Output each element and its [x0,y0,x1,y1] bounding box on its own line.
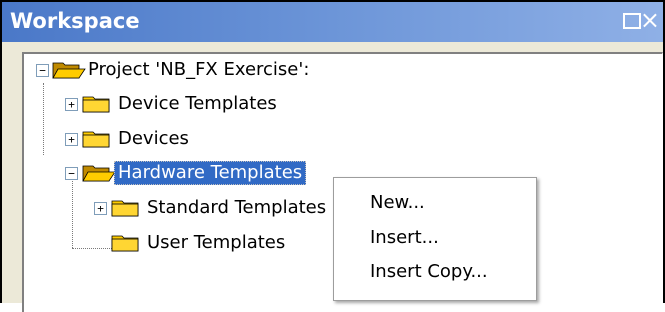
menu-item-insert[interactable]: Insert... [370,227,439,248]
tree-connector [72,248,112,249]
tree-connector [72,177,73,248]
folder-icon [82,131,110,148]
tree-item-devices[interactable]: Devices [118,127,189,151]
panel-title: Workspace [10,9,140,33]
menu-item-insert-copy[interactable]: Insert Copy... [370,261,488,282]
expand-device-templates-toggle[interactable]: + [65,98,78,111]
tree-item-device-templates[interactable]: Device Templates [118,92,277,116]
folder-icon [111,200,139,217]
collapse-hardware-templates-toggle[interactable]: − [65,167,78,180]
expand-devices-toggle[interactable]: + [65,133,78,146]
tree-item-project[interactable]: Project 'NB_FX Exercise': [88,58,309,82]
tree-item-user-templates[interactable]: User Templates [147,231,285,255]
folder-icon [82,96,110,113]
folder-icon [111,235,139,252]
tree-item-standard-templates[interactable]: Standard Templates [147,196,326,220]
expand-standard-templates-toggle[interactable]: + [94,202,107,215]
close-icon[interactable]: × [640,6,660,34]
title-bar[interactable]: Workspace × [2,2,663,42]
restore-icon[interactable] [623,13,641,29]
tree-connector [43,83,44,155]
menu-item-new[interactable]: New... [370,192,425,213]
open-folder-icon [52,62,86,79]
open-folder-icon [82,165,116,182]
context-menu: New... Insert... Insert Copy... [333,177,537,301]
tree-item-hardware-templates[interactable]: Hardware Templates [114,161,307,185]
collapse-root-toggle[interactable]: − [36,64,49,77]
